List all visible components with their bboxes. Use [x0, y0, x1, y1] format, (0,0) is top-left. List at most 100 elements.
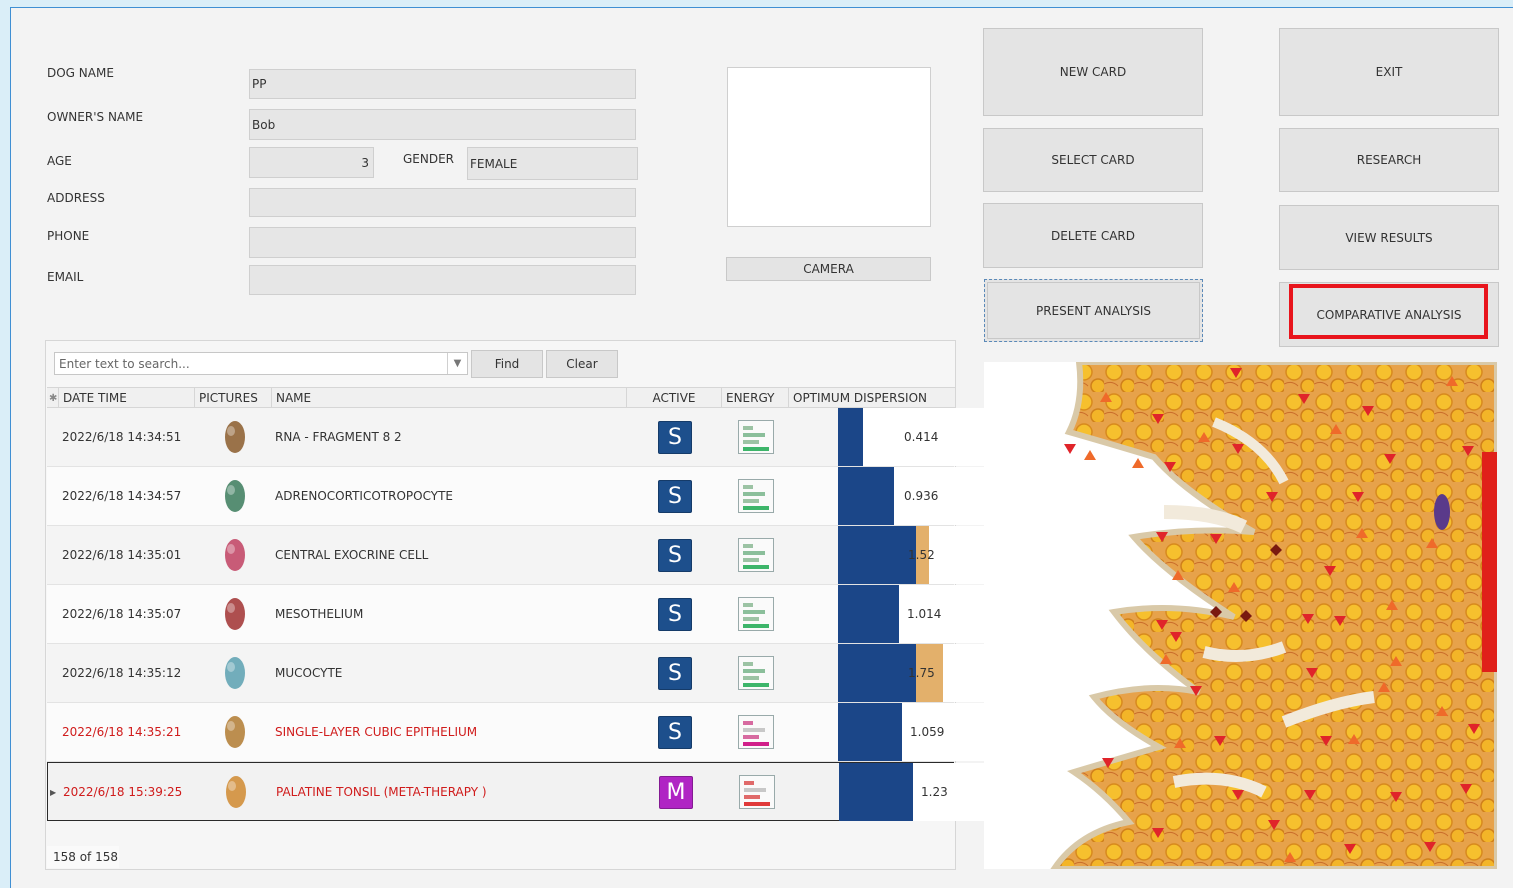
cell-picture-icon [215, 585, 255, 643]
table-row[interactable]: 2022/6/18 14:35:21 SINGLE-LAYER CUBIC EPI… [47, 703, 1000, 762]
energy-icon[interactable] [738, 597, 774, 631]
row-datetime: 2022/6/18 14:34:51 [62, 430, 182, 444]
grid-header: ✱ DATE TIME PICTURES NAME ACTIVE ENERGY … [47, 387, 955, 408]
delete-card-button[interactable]: DELETE CARD [983, 203, 1203, 268]
dispersion-fill [838, 703, 902, 761]
cell-picture-icon [215, 467, 255, 525]
photo-placeholder [727, 67, 931, 227]
age-field[interactable]: 3 [249, 147, 374, 178]
energy-icon[interactable] [738, 538, 774, 572]
col-name[interactable]: NAME [271, 388, 626, 408]
col-active[interactable]: ACTIVE [626, 388, 721, 408]
dispersion-bar: 1.014 [838, 585, 1000, 643]
row-datetime: 2022/6/18 14:35:01 [62, 548, 182, 562]
energy-icon[interactable] [738, 479, 774, 513]
dispersion-value: 1.014 [907, 607, 942, 621]
col-datetime[interactable]: DATE TIME [58, 388, 198, 408]
row-datetime: 2022/6/18 14:35:12 [62, 666, 182, 680]
email-label: EMAIL [47, 270, 84, 284]
row-datetime: 2022/6/18 15:39:25 [63, 785, 183, 799]
age-label: AGE [47, 154, 72, 168]
dispersion-value: 1.52 [908, 548, 935, 562]
select-card-button[interactable]: SELECT CARD [983, 128, 1203, 192]
row-name: MUCOCYTE [275, 666, 343, 680]
energy-icon[interactable] [738, 420, 774, 454]
dispersion-bar: 1.059 [838, 703, 1000, 761]
dispersion-bar: 1.52 [838, 526, 1000, 584]
gender-label: GENDER [403, 152, 455, 166]
col-energy[interactable]: ENERGY [721, 388, 788, 408]
col-pictures[interactable]: PICTURES [194, 388, 271, 408]
cell-picture-icon [215, 703, 255, 761]
col-optimum-dispersion[interactable]: OPTIMUM DISPERSION [788, 388, 955, 408]
energy-icon[interactable] [738, 656, 774, 690]
active-badge[interactable]: S [658, 656, 692, 690]
dog-name-field[interactable]: PP [249, 69, 636, 99]
owner-name-field[interactable]: Bob [249, 109, 636, 140]
dispersion-value: 0.936 [904, 489, 939, 503]
address-field[interactable] [249, 188, 636, 217]
comparative-analysis-button[interactable]: COMPARATIVE ANALYSIS [1279, 282, 1499, 347]
table-row[interactable]: 2022/6/18 14:35:12 MUCOCYTE S 1.75 [47, 644, 1000, 703]
email-field[interactable] [249, 265, 636, 295]
dispersion-bar: 0.936 [838, 467, 1000, 525]
row-pointer-icon: ▶ [50, 787, 57, 797]
search-input[interactable]: Enter text to search... [54, 352, 468, 375]
new-card-button[interactable]: NEW CARD [983, 28, 1203, 116]
row-name: SINGLE-LAYER CUBIC EPITHELIUM [275, 725, 478, 739]
phone-label: PHONE [47, 229, 90, 243]
table-row[interactable]: ▶ 2022/6/18 15:39:25 PALATINE TONSIL (META… [47, 762, 1001, 821]
tissue-illustration [984, 362, 1497, 869]
view-results-button[interactable]: VIEW RESULTS [1279, 205, 1499, 270]
row-name: ADRENOCORTICOTROPOCYTE [275, 489, 453, 503]
row-datetime: 2022/6/18 14:34:57 [62, 489, 182, 503]
gender-field[interactable]: FEMALE [467, 147, 638, 180]
row-datetime: 2022/6/18 14:35:21 [62, 725, 182, 739]
address-label: ADDRESS [47, 191, 105, 205]
dispersion-bar: 0.414 [838, 408, 1000, 466]
dispersion-value: 1.23 [921, 785, 948, 799]
cell-picture-icon [215, 526, 255, 584]
asterisk-icon: ✱ [49, 392, 58, 404]
active-badge[interactable]: S [658, 420, 692, 454]
camera-button[interactable]: CAMERA [726, 257, 931, 281]
dispersion-value: 1.75 [908, 666, 935, 680]
table-row[interactable]: 2022/6/18 14:34:51 RNA - FRAGMENT 8 2 S 0.4… [47, 408, 1000, 467]
present-analysis-button[interactable]: PRESENT ANALYSIS [984, 279, 1203, 342]
owner-name-label: OWNER'S NAME [47, 110, 144, 124]
dog-name-label: DOG NAME [47, 66, 114, 80]
active-badge[interactable]: S [658, 597, 692, 631]
dispersion-fill [839, 763, 913, 821]
dispersion-fill [838, 526, 916, 584]
active-badge[interactable]: S [658, 538, 692, 572]
research-button[interactable]: RESEARCH [1279, 128, 1499, 192]
dispersion-fill [838, 585, 899, 643]
find-button[interactable]: Find [471, 350, 543, 378]
dispersion-fill [838, 408, 863, 466]
energy-icon[interactable] [739, 775, 775, 809]
cell-picture-icon [215, 644, 255, 702]
chevron-down-icon[interactable]: ▼ [447, 353, 467, 374]
exit-button[interactable]: EXIT [1279, 28, 1499, 116]
dispersion-fill [838, 467, 894, 525]
table-row[interactable]: 2022/6/18 14:35:01 CENTRAL EXOCRINE CELL S… [47, 526, 1000, 585]
phone-field[interactable] [249, 227, 636, 258]
row-name: RNA - FRAGMENT 8 2 [275, 430, 402, 444]
dispersion-fill [838, 644, 916, 702]
dispersion-value: 0.414 [904, 430, 939, 444]
row-datetime: 2022/6/18 14:35:07 [62, 607, 182, 621]
active-badge[interactable]: M [659, 775, 693, 809]
cell-picture-icon [216, 763, 256, 821]
table-row[interactable]: 2022/6/18 14:35:07 MESOTHELIUM S 1.014 [47, 585, 1000, 644]
table-row[interactable]: 2022/6/18 14:34:57 ADRENOCORTICOTROPOCYTE… [47, 467, 1000, 526]
cell-picture-icon [215, 408, 255, 466]
energy-icon[interactable] [738, 715, 774, 749]
row-name: PALATINE TONSIL (META-THERAPY ) [276, 785, 487, 799]
dispersion-bar: 1.75 [838, 644, 1000, 702]
dispersion-bar: 1.23 [839, 763, 1001, 821]
clear-button[interactable]: Clear [546, 350, 618, 378]
row-name: CENTRAL EXOCRINE CELL [275, 548, 429, 562]
active-badge[interactable]: S [658, 715, 692, 749]
record-count: 158 of 158 [47, 846, 119, 868]
active-badge[interactable]: S [658, 479, 692, 513]
